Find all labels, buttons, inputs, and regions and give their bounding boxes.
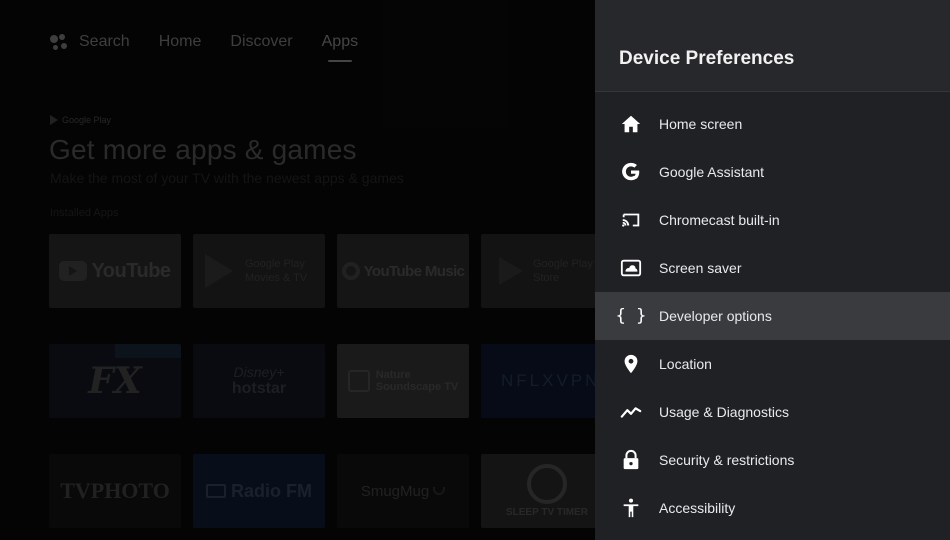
timer-dial-icon — [527, 464, 567, 504]
menu-item-label: Home screen — [659, 116, 743, 132]
app-tile-label-group: Google Play Movies & TV — [245, 257, 307, 285]
menu-item-label: Security & restrictions — [659, 452, 795, 468]
app-tile-youtube[interactable]: YouTube — [49, 234, 181, 308]
app-tile-label: YouTube — [91, 259, 171, 282]
app-tile-nature-soundscape[interactable]: Nature Soundscape TV — [337, 344, 469, 418]
app-tile-label-group: Google Play Store — [533, 257, 593, 285]
app-tile-label: Google Play — [245, 258, 305, 270]
app-tile-play-store[interactable]: Google Play Store — [481, 234, 595, 308]
menu-item-label: Screen saver — [659, 260, 742, 276]
home-icon — [619, 112, 643, 136]
app-tile-label: Radio FM — [231, 480, 312, 501]
panel-header: Device Preferences — [595, 0, 950, 92]
menu-item-label: Chromecast built-in — [659, 212, 780, 228]
app-tile-label: TVPHOTO — [60, 478, 170, 503]
nav-search[interactable]: Search — [79, 32, 130, 52]
menu-item-developer-options[interactable]: { } Developer options — [595, 292, 950, 340]
app-tile-youtube-music[interactable]: YouTube Music — [337, 234, 469, 308]
app-tile-label: SmugMug — [360, 482, 430, 500]
play-movies-logo-icon — [205, 254, 233, 288]
app-tile-label: SLEEP TV TIMER — [505, 507, 589, 518]
hero-subtitle: Make the most of your TV with the newest… — [50, 170, 404, 186]
tile-accent — [115, 344, 181, 358]
play-store-logo-icon — [499, 257, 523, 285]
app-tile-label: Nature — [375, 369, 411, 381]
app-tile-sublabel: hotstar — [231, 380, 287, 397]
google-play-label: Google Play — [62, 115, 112, 125]
google-g-icon — [619, 160, 643, 184]
menu-item-location[interactable]: Location — [595, 340, 950, 388]
radio-logo-icon — [206, 484, 226, 498]
preferences-menu: Home screen Google Assistant Chromecast … — [595, 100, 950, 532]
launcher-background: Search Home Discover Apps Google Play Ge… — [0, 0, 595, 540]
menu-item-screen-saver[interactable]: Screen saver — [595, 244, 950, 292]
accessibility-icon — [619, 496, 643, 520]
menu-item-security[interactable]: Security & restrictions — [595, 436, 950, 484]
app-tile-label: NFLXVPN — [501, 371, 595, 390]
app-tile-radio-fm[interactable]: Radio FM — [193, 454, 325, 528]
screensaver-icon — [619, 256, 643, 280]
app-tile-sublabel: Soundscape TV — [375, 381, 459, 393]
app-tile-tvphoto[interactable]: TVPHOTO — [49, 454, 181, 528]
panel-title: Device Preferences — [619, 48, 795, 69]
fx-logo-icon: FX — [88, 360, 142, 402]
nav-home[interactable]: Home — [159, 32, 202, 52]
app-tile-sleep-timer[interactable]: SLEEP TV TIMER — [481, 454, 595, 528]
app-tile-play-movies[interactable]: Google Play Movies & TV — [193, 234, 325, 308]
trending-line-icon — [619, 400, 643, 424]
menu-item-usage-diagnostics[interactable]: Usage & Diagnostics — [595, 388, 950, 436]
installed-apps-label: Installed Apps — [50, 207, 119, 219]
menu-item-label: Usage & Diagnostics — [659, 404, 789, 420]
youtube-logo-icon — [59, 261, 88, 281]
menu-item-label: Developer options — [659, 308, 772, 324]
nature-logo-icon — [347, 370, 370, 392]
youtube-music-logo-icon — [341, 262, 360, 280]
smugmug-logo-icon — [433, 487, 446, 495]
menu-item-label: Google Assistant — [659, 164, 765, 180]
app-tile-label: Disney+ — [233, 364, 285, 380]
app-tile-label: Google Play — [533, 258, 593, 270]
google-play-logo-icon — [50, 115, 58, 125]
cast-icon — [619, 208, 643, 232]
app-tile-fx[interactable]: FX — [49, 344, 181, 418]
nav-discover[interactable]: Discover — [230, 32, 292, 52]
app-tile-smugmug[interactable]: SmugMug — [337, 454, 469, 528]
app-tile-hotstar[interactable]: Disney+ hotstar — [193, 344, 325, 418]
menu-item-accessibility[interactable]: Accessibility — [595, 484, 950, 532]
nav-apps[interactable]: Apps — [322, 32, 358, 62]
menu-item-label: Accessibility — [659, 500, 736, 516]
braces-icon: { } — [615, 306, 647, 326]
menu-item-home-screen[interactable]: Home screen — [595, 100, 950, 148]
app-tile-sublabel: Movies & TV — [245, 272, 308, 284]
app-tile-label: YouTube Music — [363, 262, 465, 280]
device-preferences-panel: Device Preferences Home screen Google As… — [595, 0, 950, 540]
hero-title: Get more apps & games — [49, 134, 357, 165]
google-play-brand: Google Play — [50, 115, 111, 125]
menu-item-google-assistant[interactable]: Google Assistant — [595, 148, 950, 196]
menu-item-chromecast[interactable]: Chromecast built-in — [595, 196, 950, 244]
top-navigation: Search Home Discover Apps — [50, 32, 387, 62]
app-tile-sublabel: Store — [533, 272, 560, 284]
lock-icon — [619, 448, 643, 472]
app-tile-nflxvpn[interactable]: NFLXVPN — [481, 344, 595, 418]
location-pin-icon — [619, 352, 643, 376]
app-tile-label-group: Nature Soundscape TV — [376, 369, 459, 393]
menu-item-label: Location — [659, 356, 712, 372]
google-assistant-icon[interactable] — [50, 32, 70, 52]
